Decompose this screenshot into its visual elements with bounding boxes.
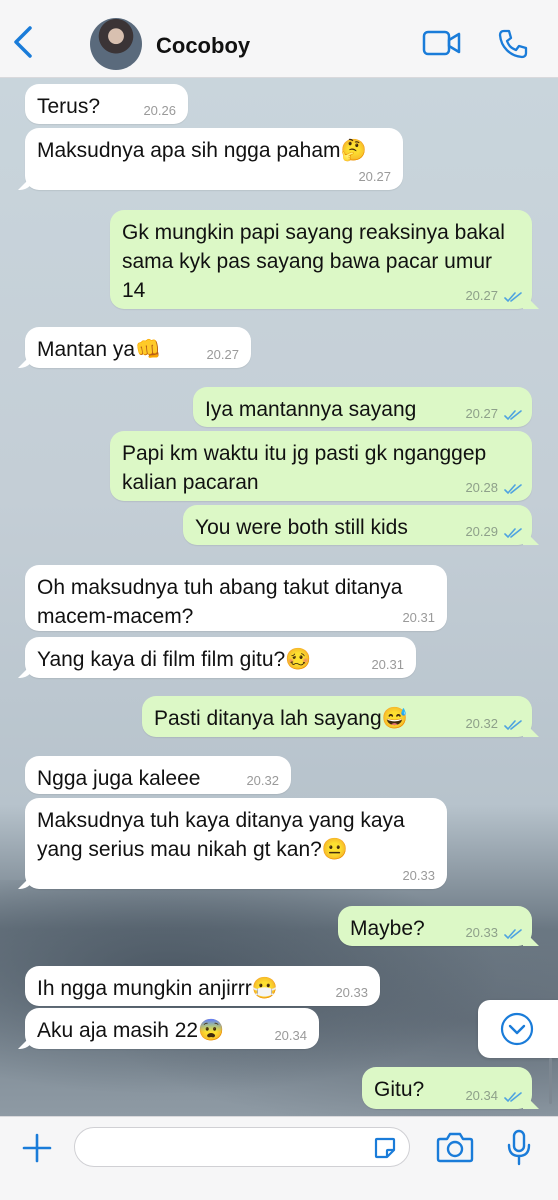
sticker-icon[interactable] <box>373 1136 397 1160</box>
message-timestamp: 20.34 <box>274 1028 307 1043</box>
read-receipt-icon <box>504 484 522 495</box>
compose-bar <box>0 1116 558 1200</box>
scroll-down-icon <box>500 1012 534 1046</box>
incoming-message[interactable]: Mantan ya👊 20.27 <box>25 327 251 368</box>
read-receipt-icon <box>504 929 522 940</box>
chat-header: Cocoboy <box>0 0 558 78</box>
outgoing-message[interactable]: You were both still kids 20.29 <box>183 505 532 545</box>
message-timestamp: 20.26 <box>143 103 176 118</box>
read-receipt-icon <box>504 528 522 539</box>
plus-icon[interactable] <box>20 1131 54 1165</box>
message-timestamp: 20.33 <box>465 925 498 940</box>
message-timestamp: 20.28 <box>465 480 498 495</box>
outgoing-message[interactable]: Papi km waktu itu jg pasti gk nganggep k… <box>110 431 532 501</box>
back-chevron-icon[interactable] <box>8 22 38 62</box>
message-timestamp: 20.33 <box>402 868 435 883</box>
incoming-message[interactable]: Maksudnya apa sih ngga paham🤔 20.27 <box>25 128 403 190</box>
message-text: Maksudnya tuh kaya ditanya yang kaya yan… <box>37 809 411 861</box>
read-receipt-icon <box>504 1092 522 1103</box>
message-timestamp: 20.32 <box>465 716 498 731</box>
read-receipt-icon <box>504 292 522 303</box>
incoming-message[interactable]: Ngga juga kaleee 20.32 <box>25 756 291 794</box>
message-text: Gk mungkin papi sayang reaksinya bakal s… <box>122 221 511 302</box>
message-timestamp: 20.27 <box>206 347 239 362</box>
incoming-message[interactable]: Terus? 20.26 <box>25 84 188 124</box>
video-call-icon[interactable] <box>422 28 462 58</box>
message-timestamp: 20.27 <box>465 288 498 303</box>
message-text: Maksudnya apa sih ngga paham🤔 <box>37 139 367 162</box>
avatar[interactable] <box>90 18 142 70</box>
read-receipt-icon <box>504 410 522 421</box>
outgoing-message[interactable]: Pasti ditanya lah sayang😅 20.32 <box>142 696 532 737</box>
incoming-message[interactable]: Aku aja masih 22😨 20.34 <box>25 1008 319 1049</box>
incoming-message[interactable]: Oh maksudnya tuh abang takut ditanya mac… <box>25 565 447 631</box>
phone-icon[interactable] <box>497 28 529 60</box>
message-timestamp: 20.32 <box>246 773 279 788</box>
contact-name[interactable]: Cocoboy <box>156 33 250 59</box>
message-timestamp: 20.31 <box>371 657 404 672</box>
message-timestamp: 20.29 <box>465 524 498 539</box>
message-timestamp: 20.27 <box>465 406 498 421</box>
outgoing-message[interactable]: Gk mungkin papi sayang reaksinya bakal s… <box>110 210 532 309</box>
microphone-icon[interactable] <box>506 1129 532 1167</box>
message-text: Ih ngga mungkin anjirrr😷 <box>37 977 278 1000</box>
message-text: Papi km waktu itu jg pasti gk nganggep k… <box>122 442 493 494</box>
message-text: Oh maksudnya tuh abang takut ditanya mac… <box>37 576 409 628</box>
message-timestamp: 20.33 <box>335 985 368 1000</box>
scroll-down-button[interactable] <box>478 1000 558 1058</box>
read-receipt-icon <box>504 720 522 731</box>
incoming-message[interactable]: Ih ngga mungkin anjirrr😷 20.33 <box>25 966 380 1006</box>
message-input[interactable] <box>74 1127 410 1167</box>
message-text: Gitu? <box>374 1078 425 1101</box>
camera-icon[interactable] <box>436 1131 474 1163</box>
scrollbar[interactable] <box>549 1058 552 1104</box>
message-text: Ngga juga kaleee <box>37 767 201 790</box>
incoming-message[interactable]: Yang kaya di film film gitu?🥴 20.31 <box>25 637 416 678</box>
outgoing-message[interactable]: Gitu? 20.34 <box>362 1067 532 1109</box>
message-timestamp: 20.34 <box>465 1088 498 1103</box>
message-text: Yang kaya di film film gitu?🥴 <box>37 648 312 671</box>
message-text: Aku aja masih 22😨 <box>37 1019 225 1042</box>
message-timestamp: 20.27 <box>358 169 391 184</box>
outgoing-message[interactable]: Iya mantannya sayang 20.27 <box>193 387 532 427</box>
outgoing-message[interactable]: Maybe? 20.33 <box>338 906 532 946</box>
message-timestamp: 20.31 <box>402 610 435 625</box>
incoming-message[interactable]: Maksudnya tuh kaya ditanya yang kaya yan… <box>25 798 447 889</box>
